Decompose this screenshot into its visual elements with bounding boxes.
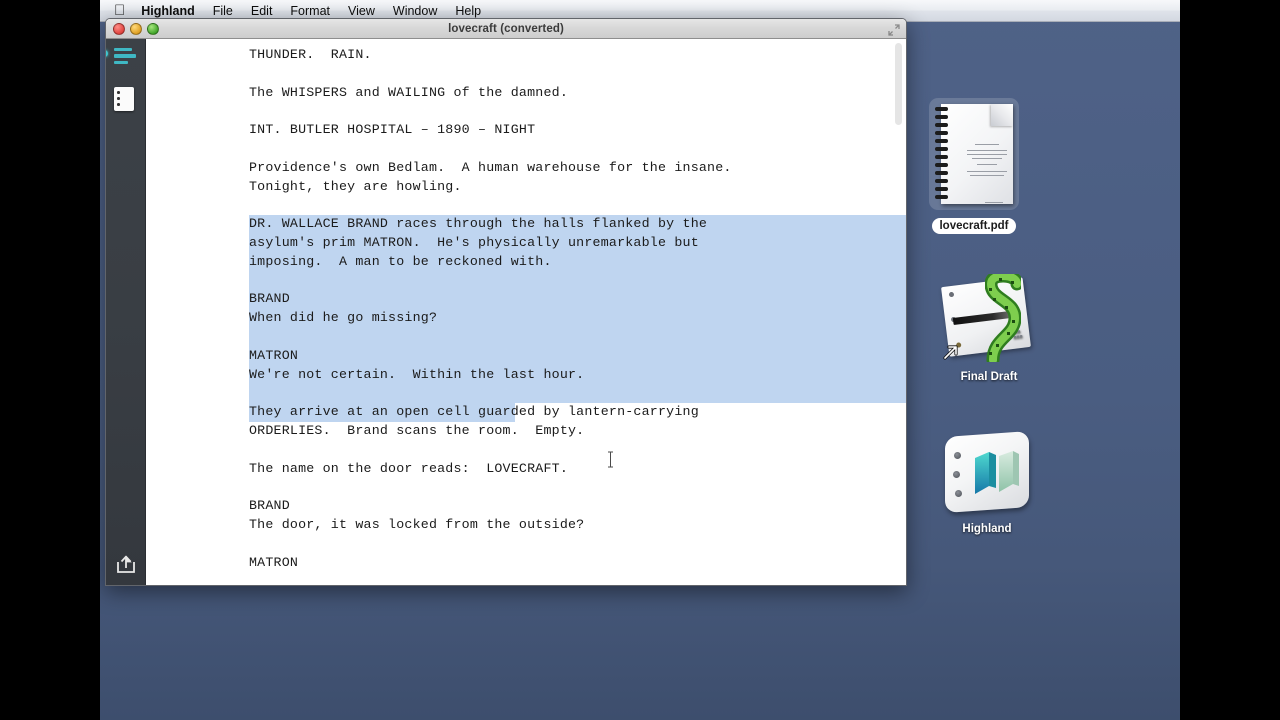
icon-art-container: ■■ ■■■ [930,272,1048,364]
menu-item-edit[interactable]: Edit [251,4,273,18]
script-line: We're not certain. Within the last hour. [249,365,906,385]
window-title: lovecraft (converted) [448,22,564,35]
script-line: BRAND [249,290,906,310]
desktop-icon-final-draft[interactable]: ■■ ■■■ Final Draft [930,272,1048,385]
script-line: BRAND [249,498,290,514]
script-line: INT. BUTLER HOSPITAL – 1890 – NIGHT [249,122,536,138]
zoom-button[interactable] [147,23,159,35]
script-line: Tonight, they are howling. [249,178,462,194]
icon-art-container [928,428,1046,516]
menu-item-file[interactable]: File [213,4,233,18]
window-controls [113,23,159,35]
menu-app-name[interactable]: Highland [141,4,194,18]
minimize-button[interactable] [130,23,142,35]
highland-app-icon [941,428,1033,516]
final-draft-icon: ■■ ■■■ [941,272,1037,364]
desktop-icon-lovecraft-pdf[interactable]: lovecraft.pdf [915,98,1033,234]
script-line: ORDERLIES. Brand scans the room. Empty. [249,422,585,438]
desktop-icon-label: lovecraft.pdf [932,218,1016,234]
script-line: The name on the door reads: LOVECRAFT. [249,460,568,476]
script-line [249,102,906,121]
desktop-icon-label: Final Draft [960,371,1018,383]
film-strip-icon [985,274,1021,362]
desktop-icon-label: Highland [962,523,1012,535]
fullscreen-icon[interactable] [888,23,900,36]
apple-menu-icon[interactable]:  [114,3,125,18]
script-line: THUNDER. RAIN. [249,47,372,62]
sidebar[interactable] [106,39,146,585]
script-line [249,384,906,404]
script-line: They arrive at an open cell guarded by l… [249,403,906,422]
script-line: imposing. A man to be reckoned with. [249,252,906,272]
vertical-scrollbar[interactable] [895,43,902,125]
script-line [249,535,906,554]
script-line [249,65,906,84]
script-line: MATRON [249,346,906,366]
script-line: When did he go missing? [249,309,906,328]
menu-item-format[interactable]: Format [290,4,330,18]
icon-selection-background [929,98,1019,210]
script-line: The door, it was locked from the outside… [249,516,585,532]
outline-icon[interactable] [114,47,138,65]
script-line [249,478,906,497]
script-line: DR. WALLACE BRAND races through the hall… [249,215,906,234]
share-icon[interactable] [115,554,139,574]
alias-arrow-icon [943,345,958,360]
script-line: The WHISPERS and WAILING of the damned. [249,84,568,100]
script-line: Providence's own Bedlam. A human warehou… [249,159,732,175]
script-line [249,140,906,159]
desktop[interactable]:  Highland File Edit Format View Window … [100,0,1180,720]
screen:  Highland File Edit Format View Window … [0,0,1280,720]
text-cursor-icon [607,451,614,468]
menu-item-help[interactable]: Help [455,4,481,18]
menu-item-view[interactable]: View [348,4,375,18]
sidebar-active-indicator [106,50,108,57]
script-line [249,271,906,291]
pages-icon[interactable] [114,87,138,111]
pdf-document-icon [935,104,1013,204]
script-editor[interactable]: THUNDER. RAIN. The WHISPERS and WAILING … [146,39,906,585]
highland-window[interactable]: lovecraft (converted) THUNDER. RAIN. The… [105,18,907,586]
desktop-icon-highland[interactable]: Highland [928,428,1046,537]
script-line: asylum's prim MATRON. He's physically un… [249,233,906,253]
window-titlebar[interactable]: lovecraft (converted) [106,19,906,39]
script-text[interactable]: THUNDER. RAIN. The WHISPERS and WAILING … [249,46,906,572]
script-line: MATRON [249,554,299,570]
close-button[interactable] [113,23,125,35]
script-line [249,441,906,460]
window-body: THUNDER. RAIN. The WHISPERS and WAILING … [106,39,906,585]
script-line [249,327,906,347]
menu-item-window[interactable]: Window [393,4,437,18]
script-line [249,196,906,215]
